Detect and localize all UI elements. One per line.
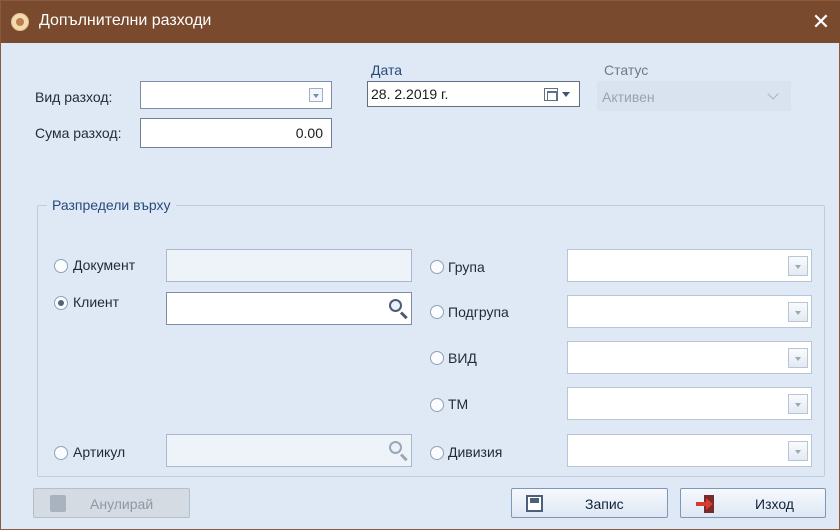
expense-amount-value: 0.00 bbox=[295, 125, 323, 141]
status-label: Статус bbox=[604, 62, 649, 78]
chevron-down-icon[interactable] bbox=[788, 348, 808, 368]
chevron-down-icon[interactable] bbox=[562, 92, 570, 97]
article-radio-label: Артикул bbox=[73, 444, 126, 460]
date-picker[interactable]: 28. 2.2019 г. bbox=[367, 81, 580, 107]
exit-button[interactable]: Изход bbox=[680, 488, 826, 518]
calendar-icon[interactable] bbox=[544, 88, 558, 101]
subgroup-radio-label: Подгрупа bbox=[448, 304, 509, 320]
trademark-radio[interactable] bbox=[430, 398, 444, 412]
save-button-label: Запис bbox=[585, 496, 624, 512]
save-icon bbox=[526, 495, 543, 512]
type-dropdown[interactable] bbox=[567, 341, 812, 374]
division-radio[interactable] bbox=[430, 446, 444, 460]
article-radio[interactable] bbox=[54, 446, 68, 460]
subgroup-dropdown[interactable] bbox=[567, 295, 812, 328]
type-radio-label: ВИД bbox=[448, 350, 477, 366]
app-logo-icon bbox=[11, 13, 29, 31]
distribute-group-title: Разпредели върху bbox=[47, 197, 176, 213]
document-radio[interactable] bbox=[54, 259, 68, 273]
article-input[interactable] bbox=[166, 434, 412, 467]
division-dropdown[interactable] bbox=[567, 434, 812, 467]
date-label: Дата bbox=[371, 62, 403, 78]
chevron-down-icon[interactable] bbox=[788, 441, 808, 461]
exit-button-label: Изход bbox=[755, 496, 794, 512]
chevron-down-icon[interactable] bbox=[309, 88, 323, 102]
chevron-down-icon[interactable] bbox=[788, 256, 808, 276]
client-radio[interactable] bbox=[54, 296, 68, 310]
expense-amount-label: Сума разход: bbox=[35, 125, 122, 141]
title-bar[interactable]: Допълнителни разходи ✕ bbox=[1, 1, 840, 43]
subgroup-radio[interactable] bbox=[430, 305, 444, 319]
client-input[interactable] bbox=[166, 292, 412, 325]
group-radio[interactable] bbox=[430, 260, 444, 274]
status-dropdown[interactable]: Активен bbox=[597, 81, 791, 111]
document-input[interactable] bbox=[166, 249, 412, 282]
client-radio-label: Клиент bbox=[73, 294, 120, 310]
cancel-icon bbox=[50, 495, 66, 512]
cancel-button-label: Анулирай bbox=[90, 496, 154, 512]
search-icon[interactable] bbox=[387, 439, 409, 462]
expense-type-label: Вид разход: bbox=[35, 89, 113, 105]
cancel-button[interactable]: Анулирай bbox=[33, 488, 190, 518]
date-value: 28. 2.2019 г. bbox=[371, 86, 449, 102]
window-title: Допълнителни разходи bbox=[39, 12, 212, 29]
group-dropdown[interactable] bbox=[567, 249, 812, 282]
close-button[interactable]: ✕ bbox=[801, 1, 840, 43]
dialog-window: Допълнителни разходи ✕ Вид разход: Сума … bbox=[0, 0, 840, 530]
search-icon[interactable] bbox=[387, 297, 409, 320]
trademark-dropdown[interactable] bbox=[567, 387, 812, 420]
document-radio-label: Документ bbox=[73, 257, 136, 273]
group-radio-label: Група bbox=[448, 259, 485, 275]
type-radio[interactable] bbox=[430, 351, 444, 365]
expense-amount-input[interactable]: 0.00 bbox=[140, 118, 332, 148]
status-value: Активен bbox=[602, 89, 655, 105]
save-button[interactable]: Запис bbox=[511, 488, 668, 518]
expense-type-dropdown[interactable] bbox=[140, 81, 332, 109]
chevron-down-icon[interactable] bbox=[788, 394, 808, 414]
trademark-radio-label: ТМ bbox=[448, 396, 469, 412]
division-radio-label: Дивизия bbox=[448, 444, 503, 460]
chevron-down-icon[interactable] bbox=[767, 88, 779, 100]
exit-icon bbox=[696, 495, 714, 513]
chevron-down-icon[interactable] bbox=[788, 302, 808, 322]
